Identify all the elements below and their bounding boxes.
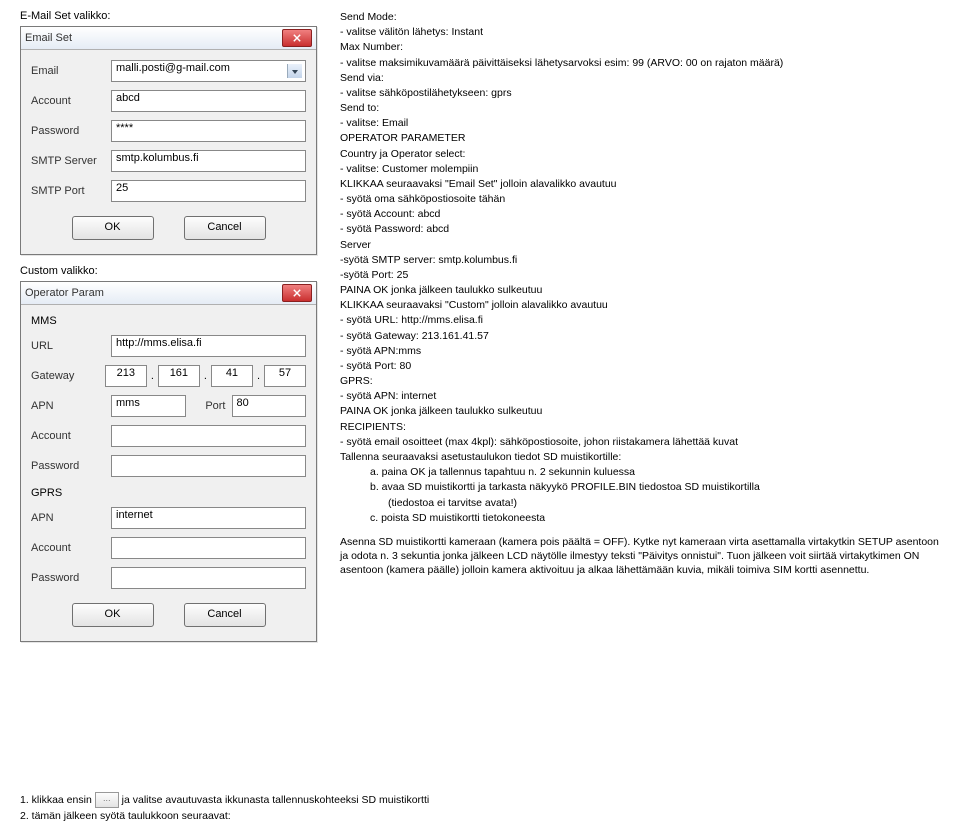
- instr-line: - syötä APN:mms: [340, 344, 940, 358]
- mms-password-label: Password: [31, 460, 111, 472]
- account-field[interactable]: abcd: [111, 90, 306, 112]
- instr-line: - syötä APN: internet: [340, 389, 940, 403]
- custom-caption: Custom valikko:: [20, 265, 320, 277]
- instr-line: Send Mode:: [340, 10, 940, 24]
- instr-line: - syötä Port: 80: [340, 359, 940, 373]
- apn-field[interactable]: mms: [111, 395, 186, 417]
- password-field[interactable]: ****: [111, 120, 306, 142]
- mms-section-label: MMS: [31, 315, 306, 327]
- instr-line: KLIKKAA seuraavaksi "Custom" jolloin ala…: [340, 298, 940, 312]
- port-field[interactable]: 80: [232, 395, 307, 417]
- instr-line: Max Number:: [340, 40, 940, 54]
- instr-line: OPERATOR PARAMETER: [340, 131, 940, 145]
- email-set-window: Email Set Email malli.posti@g-mail.com A…: [20, 26, 317, 255]
- instr-line: Send via:: [340, 71, 940, 85]
- instr-line: - syötä email osoitteet (max 4kpl): sähk…: [340, 435, 940, 449]
- mms-account-field[interactable]: [111, 425, 306, 447]
- gprs-password-label: Password: [31, 572, 111, 584]
- instr-line: - syötä URL: http://mms.elisa.fi: [340, 313, 940, 327]
- instr-line: Tallenna seuraavaksi asetustaulukon tied…: [340, 450, 940, 464]
- close-icon[interactable]: [282, 284, 312, 302]
- instr-line: - valitse: Customer molempiin: [340, 162, 940, 176]
- instructions: Send Mode: - valitse välitön lähetys: In…: [340, 10, 940, 525]
- cancel-button[interactable]: Cancel: [184, 216, 266, 240]
- gprs-password-field[interactable]: [111, 567, 306, 589]
- gprs-apn-field[interactable]: internet: [111, 507, 306, 529]
- instr-line: c. poista SD muistikortti tietokoneesta: [340, 511, 940, 525]
- footnote-2: 2. tämän jälkeen syötä taulukkoon seuraa…: [20, 810, 940, 822]
- mms-password-field[interactable]: [111, 455, 306, 477]
- password-label: Password: [31, 125, 111, 137]
- gateway-label: Gateway: [31, 370, 105, 382]
- instr-line: Country ja Operator select:: [340, 147, 940, 161]
- instr-line: - syötä Gateway: 213.161.41.57: [340, 329, 940, 343]
- ok-button[interactable]: OK: [72, 603, 154, 627]
- smtp-port-field[interactable]: 25: [111, 180, 306, 202]
- instr-line: GPRS:: [340, 374, 940, 388]
- gprs-apn-label: APN: [31, 512, 111, 524]
- close-icon[interactable]: [282, 29, 312, 47]
- paragraph-sd-instructions: Asenna SD muistikortti kameraan (kamera …: [340, 535, 940, 578]
- custom-titlebar: Operator Param: [21, 282, 316, 305]
- instr-line: RECIPIENTS:: [340, 420, 940, 434]
- smtp-server-value: smtp.kolumbus.fi: [116, 152, 199, 164]
- cancel-button[interactable]: Cancel: [184, 603, 266, 627]
- url-label: URL: [31, 340, 111, 352]
- instr-line: PAINA OK jonka jälkeen taulukko sulkeutu…: [340, 283, 940, 297]
- mms-account-label: Account: [31, 430, 111, 442]
- footnote-1a: 1. klikkaa ensin: [20, 794, 95, 806]
- instr-line: - syötä Account: abcd: [340, 207, 940, 221]
- instr-line: - valitse maksimikuvamäärä päivittäiseks…: [340, 56, 940, 70]
- password-value: ****: [116, 122, 133, 134]
- apn-value: mms: [116, 397, 140, 409]
- instr-line: Send to:: [340, 101, 940, 115]
- instr-line: -syötä SMTP server: smtp.kolumbus.fi: [340, 253, 940, 267]
- emailset-caption: E-Mail Set valikko:: [20, 10, 320, 22]
- smtp-server-label: SMTP Server: [31, 155, 111, 167]
- instr-line: - syötä oma sähköpostiosoite tähän: [340, 192, 940, 206]
- smtp-port-value: 25: [116, 182, 128, 194]
- footnote-1b: ja valitse avautuvasta ikkunasta tallenn…: [122, 794, 430, 806]
- footnotes: 1. klikkaa ensin … ja valitse avautuvast…: [20, 792, 940, 822]
- account-value: abcd: [116, 92, 140, 104]
- smtp-port-label: SMTP Port: [31, 185, 111, 197]
- instr-line: - valitse välitön lähetys: Instant: [340, 25, 940, 39]
- gprs-account-label: Account: [31, 542, 111, 554]
- instr-line: PAINA OK jonka jälkeen taulukko sulkeutu…: [340, 404, 940, 418]
- browse-icon[interactable]: …: [95, 792, 119, 808]
- account-label: Account: [31, 95, 111, 107]
- gateway-seg1[interactable]: 213: [105, 365, 147, 387]
- instr-line: KLIKKAA seuraavaksi "Email Set" jolloin …: [340, 177, 940, 191]
- port-label: Port: [186, 400, 226, 412]
- operator-param-window: Operator Param MMS URL http://mms.elisa.…: [20, 281, 317, 642]
- gprs-apn-value: internet: [116, 509, 153, 521]
- instr-line: b. avaa SD muistikortti ja tarkasta näky…: [340, 480, 940, 494]
- instr-line: a. paina OK ja tallennus tapahtuu n. 2 s…: [340, 465, 940, 479]
- instr-line: - syötä Password: abcd: [340, 222, 940, 236]
- port-value: 80: [237, 397, 249, 409]
- instr-line: - valitse sähköpostilähetykseen: gprs: [340, 86, 940, 100]
- url-value: http://mms.elisa.fi: [116, 337, 202, 349]
- email-titlebar: Email Set: [21, 27, 316, 50]
- url-field[interactable]: http://mms.elisa.fi: [111, 335, 306, 357]
- email-value: malli.posti@g-mail.com: [116, 62, 230, 74]
- instr-line: (tiedostoa ei tarvitse avata!): [340, 496, 940, 510]
- instr-line: -syötä Port: 25: [340, 268, 940, 282]
- apn-label: APN: [31, 400, 111, 412]
- gprs-section-label: GPRS: [31, 487, 306, 499]
- email-label: Email: [31, 65, 111, 77]
- instr-line: - valitse: Email: [340, 116, 940, 130]
- ok-button[interactable]: OK: [72, 216, 154, 240]
- gateway-seg3[interactable]: 41: [211, 365, 253, 387]
- custom-window-title: Operator Param: [25, 287, 282, 299]
- instr-line: Server: [340, 238, 940, 252]
- email-window-title: Email Set: [25, 32, 282, 44]
- smtp-server-field[interactable]: smtp.kolumbus.fi: [111, 150, 306, 172]
- email-field[interactable]: malli.posti@g-mail.com: [111, 60, 306, 82]
- gateway-seg2[interactable]: 161: [158, 365, 200, 387]
- gprs-account-field[interactable]: [111, 537, 306, 559]
- gateway-seg4[interactable]: 57: [264, 365, 306, 387]
